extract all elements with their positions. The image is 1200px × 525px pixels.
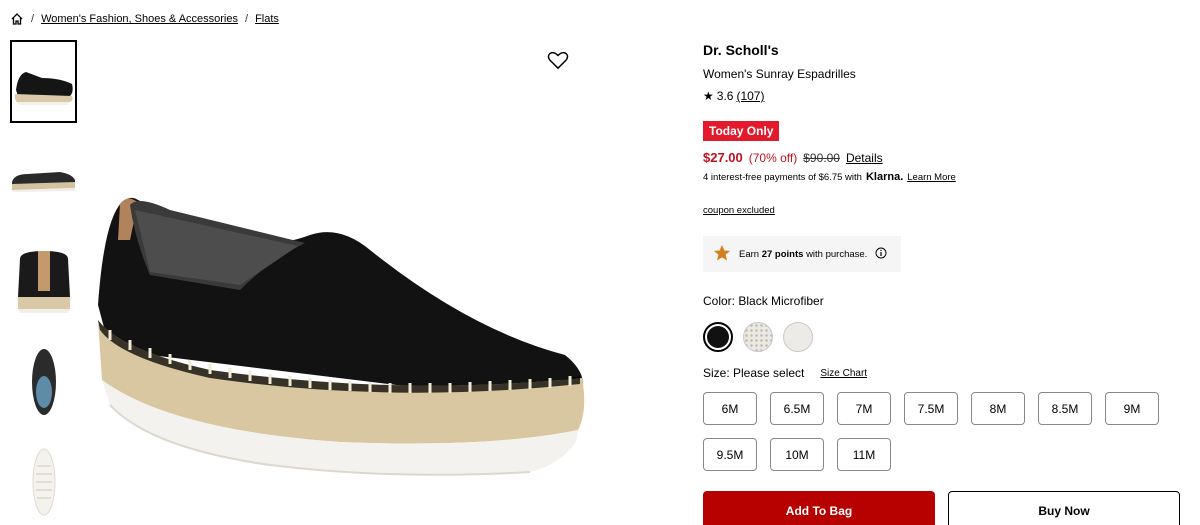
breadcrumb-separator: / xyxy=(245,13,249,25)
size-option-7-5m[interactable]: 7.5M xyxy=(904,392,958,425)
discount-percent: (70% off) xyxy=(748,151,798,165)
product-title: Women's Sunray Espadrilles xyxy=(703,67,856,81)
reviews-count-link[interactable]: (107) xyxy=(736,89,764,103)
color-label: Color: Black Microfiber xyxy=(703,294,824,308)
thumbnail-heel-view[interactable] xyxy=(10,240,77,323)
buy-now-button[interactable]: Buy Now xyxy=(948,491,1180,525)
thumbnail-sole-view[interactable] xyxy=(10,440,77,523)
heart-outline-icon[interactable] xyxy=(547,50,571,72)
price-details-link[interactable]: Details xyxy=(846,151,883,165)
size-option-7m[interactable]: 7M xyxy=(837,392,891,425)
swatch-perforated-white[interactable] xyxy=(743,322,773,352)
price-row: $27.00 (70% off) $90.00 Details xyxy=(703,150,1183,165)
thumbnail-side-view[interactable] xyxy=(10,40,77,123)
size-option-6m[interactable]: 6M xyxy=(703,392,757,425)
info-icon[interactable] xyxy=(875,247,887,262)
size-chart-link[interactable]: Size Chart xyxy=(820,368,867,379)
swatch-white[interactable] xyxy=(783,322,813,352)
sale-price: $27.00 xyxy=(703,150,743,165)
star-icon: ★ xyxy=(703,89,714,103)
star-icon xyxy=(713,244,731,265)
size-option-8m[interactable]: 8M xyxy=(971,392,1025,425)
klarna-payments: 4 interest-free payments of $6.75 with K… xyxy=(703,171,1183,183)
original-price: $90.00 xyxy=(803,151,840,165)
color-swatches xyxy=(703,322,1183,352)
home-icon[interactable] xyxy=(10,12,24,26)
today-only-badge: Today Only xyxy=(703,121,780,141)
product-info: Dr. Scholl's Women's Sunray Espadrilles … xyxy=(703,40,1183,525)
size-header: Size: Please select Size Chart xyxy=(703,366,1183,380)
thumbnail-profile-view[interactable] xyxy=(10,140,77,223)
size-option-10m[interactable]: 10M xyxy=(770,438,824,471)
size-option-8-5m[interactable]: 8.5M xyxy=(1038,392,1092,425)
thumbnail-list xyxy=(10,40,77,525)
size-options: 6M 6.5M 7M 7.5M 8M 8.5M 9M 9.5M 10M 11M xyxy=(703,392,1173,471)
thumbnail-top-view[interactable] xyxy=(10,340,77,423)
breadcrumb-link-flats[interactable]: Flats xyxy=(255,13,279,25)
breadcrumb-separator: / xyxy=(31,13,35,25)
points-text: Earn 27 points with purchase. xyxy=(739,248,868,260)
rating-value: 3.6 xyxy=(716,89,734,103)
coupon-excluded-link[interactable]: coupon excluded xyxy=(703,205,775,216)
klarna-learn-more-link[interactable]: Learn More xyxy=(907,172,956,183)
size-option-6-5m[interactable]: 6.5M xyxy=(770,392,824,425)
klarna-logo: Klarna. xyxy=(865,171,904,183)
product-main-image xyxy=(90,180,600,525)
size-option-11m[interactable]: 11M xyxy=(837,438,891,471)
purchase-actions: Add To Bag Buy Now xyxy=(703,491,1183,525)
klarna-text: 4 interest-free payments of $6.75 with xyxy=(703,171,862,183)
size-option-9m[interactable]: 9M xyxy=(1105,392,1159,425)
rewards-points-banner: Earn 27 points with purchase. xyxy=(703,236,901,272)
swatch-black-microfiber[interactable] xyxy=(703,322,733,352)
breadcrumb-link-womens-fashion[interactable]: Women's Fashion, Shoes & Accessories xyxy=(41,13,238,25)
size-label: Size: Please select xyxy=(703,366,805,380)
size-option-9-5m[interactable]: 9.5M xyxy=(703,438,757,471)
add-to-bag-button[interactable]: Add To Bag xyxy=(703,491,935,525)
breadcrumb: / Women's Fashion, Shoes & Accessories /… xyxy=(10,12,279,26)
brand-name[interactable]: Dr. Scholl's xyxy=(703,42,1183,58)
rating: ★ 3.6 (107) xyxy=(703,89,1183,103)
